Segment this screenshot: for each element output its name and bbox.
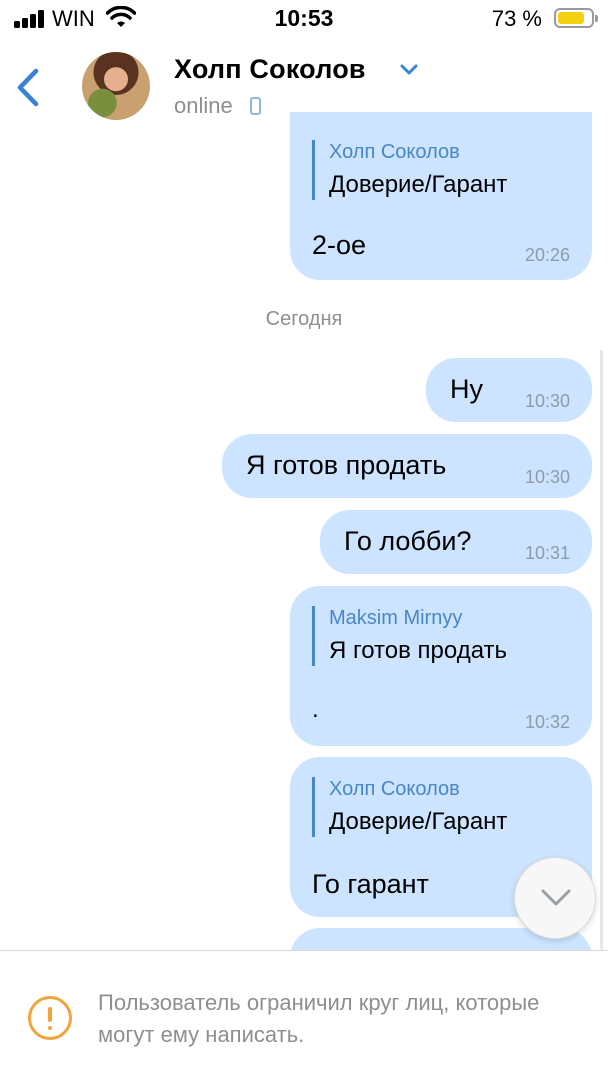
message-time: 10:30 [524,467,570,487]
restriction-notice: Пользователь ограничил круг лиц, которые… [98,990,540,1047]
warning-icon [28,996,72,1040]
reply-author: Холп Соколов [329,141,460,163]
date-separator: Сегодня [265,308,343,330]
message-bubble[interactable]: Ну 10:30 [426,358,592,422]
online-status: online [174,93,233,118]
battery-icon [554,8,598,28]
message-text: . [312,696,319,723]
message-time: 10:31 [524,543,570,563]
status-bar: WIN 10:53 73 % [0,0,608,40]
message-text: Го гарант [312,869,429,899]
reply-quote[interactable]: Холп Соколов Доверие/Гарант [312,777,507,837]
message-text: Го лобби? [344,526,472,556]
chevron-down-icon[interactable] [400,64,418,76]
scroll-down-button[interactable] [514,857,596,939]
reply-author: Холп Соколов [329,778,460,800]
message-bubble[interactable]: Го лобби? 10:31 [320,510,592,574]
avatar[interactable] [82,52,150,120]
message-time: 10:32 [524,712,570,732]
contact-name[interactable]: Холп Соколов [174,54,366,85]
back-arrow-icon[interactable] [14,65,44,110]
mobile-phone-icon [250,97,261,115]
reply-quote[interactable]: Maksim Mirnyy Я готов продать [312,606,507,666]
restriction-footer: Пользователь ограничил круг лиц, которые… [0,950,608,1081]
chevron-down-icon [541,889,571,906]
message-text: Я готов продать [246,450,447,480]
scrollbar[interactable] [600,350,603,950]
message-bubble[interactable]: Я готов продать 10:30 [222,434,592,498]
message-bubble[interactable]: Maksim Mirnyy Я готов продать . 10:32 [290,586,592,746]
reply-text: Я готов продать [329,637,508,664]
message-time: 10:30 [524,391,570,411]
message-bubble[interactable]: Холп Соколов Доверие/Гарант 2-ое 20:26 [290,112,592,280]
battery-percent: 73 % [491,6,542,31]
reply-text: Доверие/Гарант [329,808,508,835]
message-time: 20:26 [524,245,570,265]
reply-text: Доверие/Гарант [329,171,508,198]
reply-quote[interactable]: Холп Соколов Доверие/Гарант [312,140,507,200]
message-text: Ну [450,374,483,404]
message-text: 2-ое [312,230,367,260]
reply-author: Maksim Mirnyy [329,607,463,629]
